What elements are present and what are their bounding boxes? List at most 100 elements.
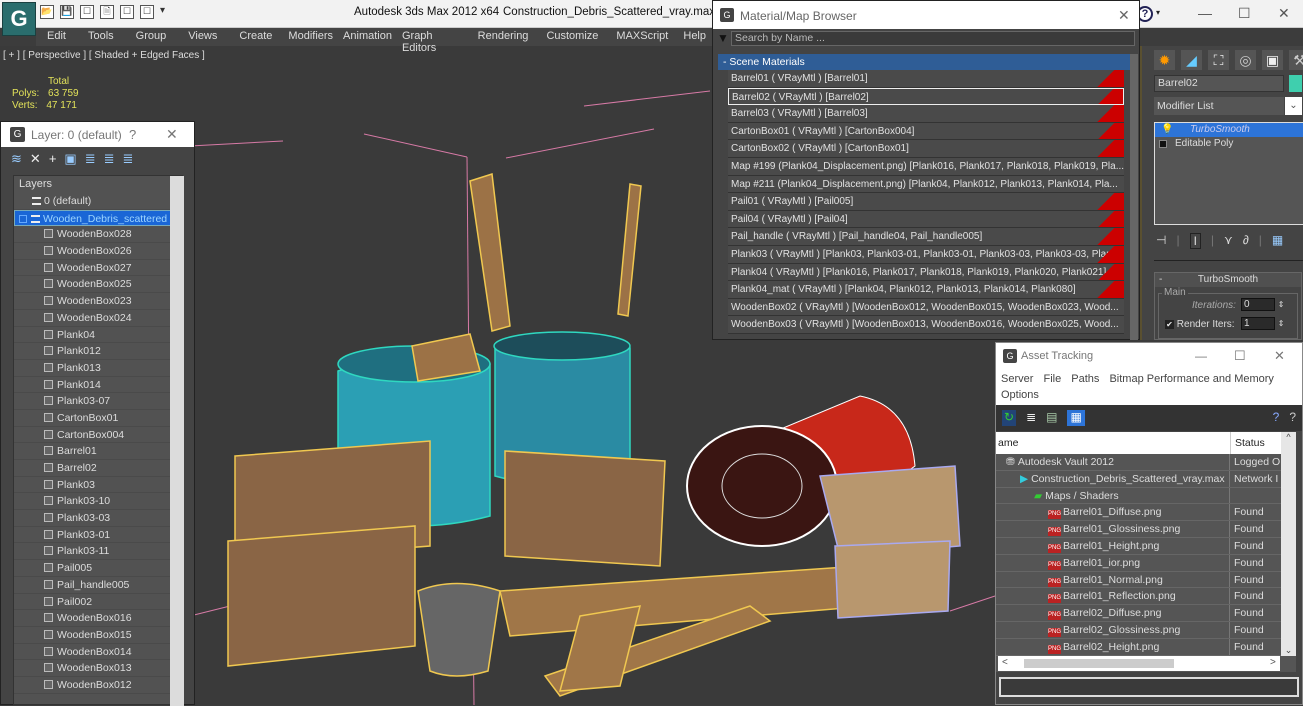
material-row[interactable]: Plank04 ( VRayMtl ) [Plank016, Plank017,… bbox=[728, 263, 1124, 282]
minimize-button[interactable]: — bbox=[1198, 5, 1212, 21]
modifier-list-dropdown[interactable]: Modifier List bbox=[1154, 97, 1284, 115]
menu-edit[interactable]: Edit bbox=[36, 28, 77, 46]
context-help-icon[interactable]: ? bbox=[1289, 410, 1296, 426]
layer-object-row[interactable]: Plank03-01 bbox=[14, 527, 182, 544]
menu-group[interactable]: Group bbox=[125, 28, 178, 46]
tree-view-icon[interactable]: ▤ bbox=[1046, 410, 1057, 426]
layers-list[interactable]: Layers 0 (default) Wooden_Debris_scattere… bbox=[13, 175, 184, 706]
material-row[interactable]: Pail_handle ( VRayMtl ) [Pail_handle04, … bbox=[728, 228, 1124, 246]
utilities-tab-icon[interactable]: ⚒ bbox=[1289, 50, 1303, 70]
close-button[interactable]: ✕ bbox=[1278, 5, 1290, 22]
layer-object-row[interactable]: WoodenBox024 bbox=[14, 310, 182, 327]
search-by-name-input[interactable]: Search by Name ... bbox=[731, 31, 1135, 46]
asset-close-button[interactable]: ✕ bbox=[1274, 348, 1285, 364]
render-iters-field[interactable]: 1 ⇕ bbox=[1241, 317, 1284, 330]
material-row[interactable]: WoodenBox02 ( VRayMtl ) [WoodenBox012, W… bbox=[728, 298, 1124, 317]
layer-object-row[interactable]: Plank03-10 bbox=[14, 493, 182, 511]
material-row[interactable]: Plank04_mat ( VRayMtl ) [Plank04, Plank0… bbox=[728, 281, 1124, 299]
asset-row[interactable]: PNG Barrel02_Glossiness.png Found bbox=[996, 621, 1296, 639]
menu-options[interactable]: Options bbox=[1001, 389, 1039, 401]
asset-row[interactable]: PNG Barrel01_Reflection.png Found bbox=[996, 588, 1296, 606]
column-name-header[interactable]: ame bbox=[998, 432, 1018, 454]
column-divider[interactable] bbox=[1230, 432, 1231, 454]
menu-rendering[interactable]: Rendering bbox=[469, 28, 538, 46]
configure-modifier-sets-icon[interactable]: ▦ bbox=[1272, 233, 1283, 249]
redo-icon[interactable]: ☐ bbox=[120, 5, 134, 19]
asset-row[interactable]: ▶ Construction_Debris_Scattered_vray.max N… bbox=[996, 470, 1296, 488]
scroll-thumb[interactable] bbox=[1024, 659, 1174, 668]
hold-icon[interactable]: ☐ bbox=[140, 5, 154, 19]
layer-object-row[interactable]: Plank014 bbox=[14, 377, 182, 394]
layers-scrollbar[interactable] bbox=[170, 176, 184, 706]
layer-object-row[interactable]: WoodenBox026 bbox=[14, 243, 182, 260]
save-file-icon[interactable]: 💾 bbox=[60, 5, 74, 19]
checkbox-checked-icon[interactable]: ✔ bbox=[1165, 320, 1174, 329]
menu-bitmap-performance[interactable]: Bitmap Performance and Memory bbox=[1109, 373, 1273, 385]
layer-object-row[interactable]: CartonBox004 bbox=[14, 427, 182, 444]
asset-vertical-scrollbar[interactable]: ^ ⌄ bbox=[1281, 432, 1296, 656]
create-tab-icon[interactable]: ✹ bbox=[1154, 50, 1175, 70]
customize-dropdown-icon[interactable]: ▾ bbox=[160, 5, 165, 19]
modifier-stack[interactable]: 💡 TurboSmooth Editable Poly bbox=[1154, 122, 1303, 225]
layer-object-row[interactable]: WoodenBox013 bbox=[14, 660, 182, 677]
table-view-icon[interactable]: ▦ bbox=[1067, 410, 1085, 426]
open-file-icon[interactable]: 📂 bbox=[40, 5, 54, 19]
stack-item-editable-poly[interactable]: Editable Poly bbox=[1155, 137, 1303, 151]
stack-item-turbosmooth[interactable]: 💡 TurboSmooth bbox=[1155, 123, 1303, 137]
asset-row[interactable]: PNG Barrel01_ior.png Found bbox=[996, 554, 1296, 572]
layer-object-row[interactable]: Pail002 bbox=[14, 594, 182, 611]
help-icon[interactable]: ? bbox=[1273, 410, 1280, 426]
layer-object-row[interactable]: WoodenBox014 bbox=[14, 644, 182, 661]
layer-panel-titlebar[interactable]: G Layer: 0 (default) ? ✕ bbox=[1, 122, 194, 147]
material-browser-close-button[interactable]: ✕ bbox=[1118, 7, 1130, 24]
project-folder-icon[interactable]: 🗎 bbox=[100, 5, 114, 19]
layer-object-row[interactable]: Plank03-03 bbox=[14, 510, 182, 527]
layer-object-row[interactable]: Plank03-07 bbox=[14, 393, 182, 410]
material-browser-scrollbar[interactable] bbox=[1130, 54, 1138, 340]
asset-row[interactable]: PNG Barrel01_Diffuse.png Found bbox=[996, 504, 1296, 522]
layer-object-row[interactable]: CartonBox01 bbox=[14, 410, 182, 427]
menu-file[interactable]: File bbox=[1043, 373, 1061, 385]
modify-tab-icon[interactable]: ◢ bbox=[1181, 50, 1202, 70]
layer-row[interactable]: Wooden_Debris_scattered bbox=[14, 209, 182, 227]
layer-object-row[interactable]: Plank012 bbox=[14, 343, 182, 360]
layer-object-row[interactable]: Plank013 bbox=[14, 360, 182, 377]
iterations-field[interactable]: 0 ⇕ bbox=[1241, 298, 1284, 311]
iterations-value[interactable]: 0 bbox=[1241, 298, 1275, 311]
object-color-swatch[interactable] bbox=[1289, 75, 1302, 92]
asset-row[interactable]: PNG Barrel02_Diffuse.png Found bbox=[996, 605, 1296, 622]
maximize-button[interactable]: ☐ bbox=[1238, 5, 1251, 22]
highlight-selected-layer-icon[interactable]: ≣ bbox=[85, 151, 96, 167]
menu-customize[interactable]: Customize bbox=[537, 28, 607, 46]
material-row[interactable]: Barrel01 ( VRayMtl ) [Barrel01] bbox=[728, 70, 1124, 88]
scroll-right-icon[interactable]: > bbox=[1270, 657, 1276, 668]
scroll-up-icon[interactable]: ^ bbox=[1281, 432, 1296, 442]
material-row[interactable]: Map #199 (Plank04_Displacement.png) [Pla… bbox=[728, 157, 1124, 176]
create-layer-icon[interactable]: ≋ bbox=[11, 151, 22, 167]
material-row[interactable]: Pail04 ( VRayMtl ) [Pail04] bbox=[728, 210, 1124, 229]
layer-object-row[interactable]: Pail_handle005 bbox=[14, 577, 182, 594]
display-tab-icon[interactable]: ▣ bbox=[1262, 50, 1283, 70]
asset-row[interactable]: PNG Barrel01_Glossiness.png Found bbox=[996, 521, 1296, 538]
asset-horizontal-scrollbar[interactable]: < > bbox=[998, 656, 1280, 671]
layer-row[interactable]: 0 (default) bbox=[14, 193, 182, 210]
expand-icon[interactable] bbox=[19, 214, 27, 223]
select-objects-in-layer-icon[interactable]: ▣ bbox=[64, 151, 76, 167]
rollout-header[interactable]: - TurboSmooth bbox=[1155, 273, 1301, 287]
refresh-icon[interactable]: ↻ bbox=[1002, 410, 1017, 426]
menu-views[interactable]: Views bbox=[177, 28, 228, 46]
material-row[interactable]: Plank03 ( VRayMtl ) [Plank03, Plank03-01… bbox=[728, 245, 1124, 264]
asset-minimize-button[interactable]: — bbox=[1195, 349, 1207, 363]
pin-stack-icon[interactable]: ⊣ bbox=[1156, 233, 1166, 249]
list-view-icon[interactable]: ≣ bbox=[1026, 410, 1036, 426]
lightbulb-icon[interactable]: 💡 bbox=[1161, 123, 1173, 137]
scroll-left-icon[interactable]: < bbox=[1002, 657, 1008, 668]
material-row[interactable]: WoodenBox03 ( VRayMtl ) [WoodenBox013, W… bbox=[728, 316, 1124, 334]
object-name-field[interactable]: Barrel02 bbox=[1154, 75, 1284, 92]
layer-object-row[interactable]: Plank03-11 bbox=[14, 543, 182, 561]
menu-graph-editors[interactable]: Graph Editors bbox=[397, 28, 469, 54]
menu-create[interactable]: Create bbox=[228, 28, 283, 46]
asset-row[interactable]: PNG Barrel01_Normal.png Found bbox=[996, 571, 1296, 589]
layer-object-row[interactable]: WoodenBox025 bbox=[14, 276, 182, 294]
menu-maxscript[interactable]: MAXScript bbox=[607, 28, 677, 46]
